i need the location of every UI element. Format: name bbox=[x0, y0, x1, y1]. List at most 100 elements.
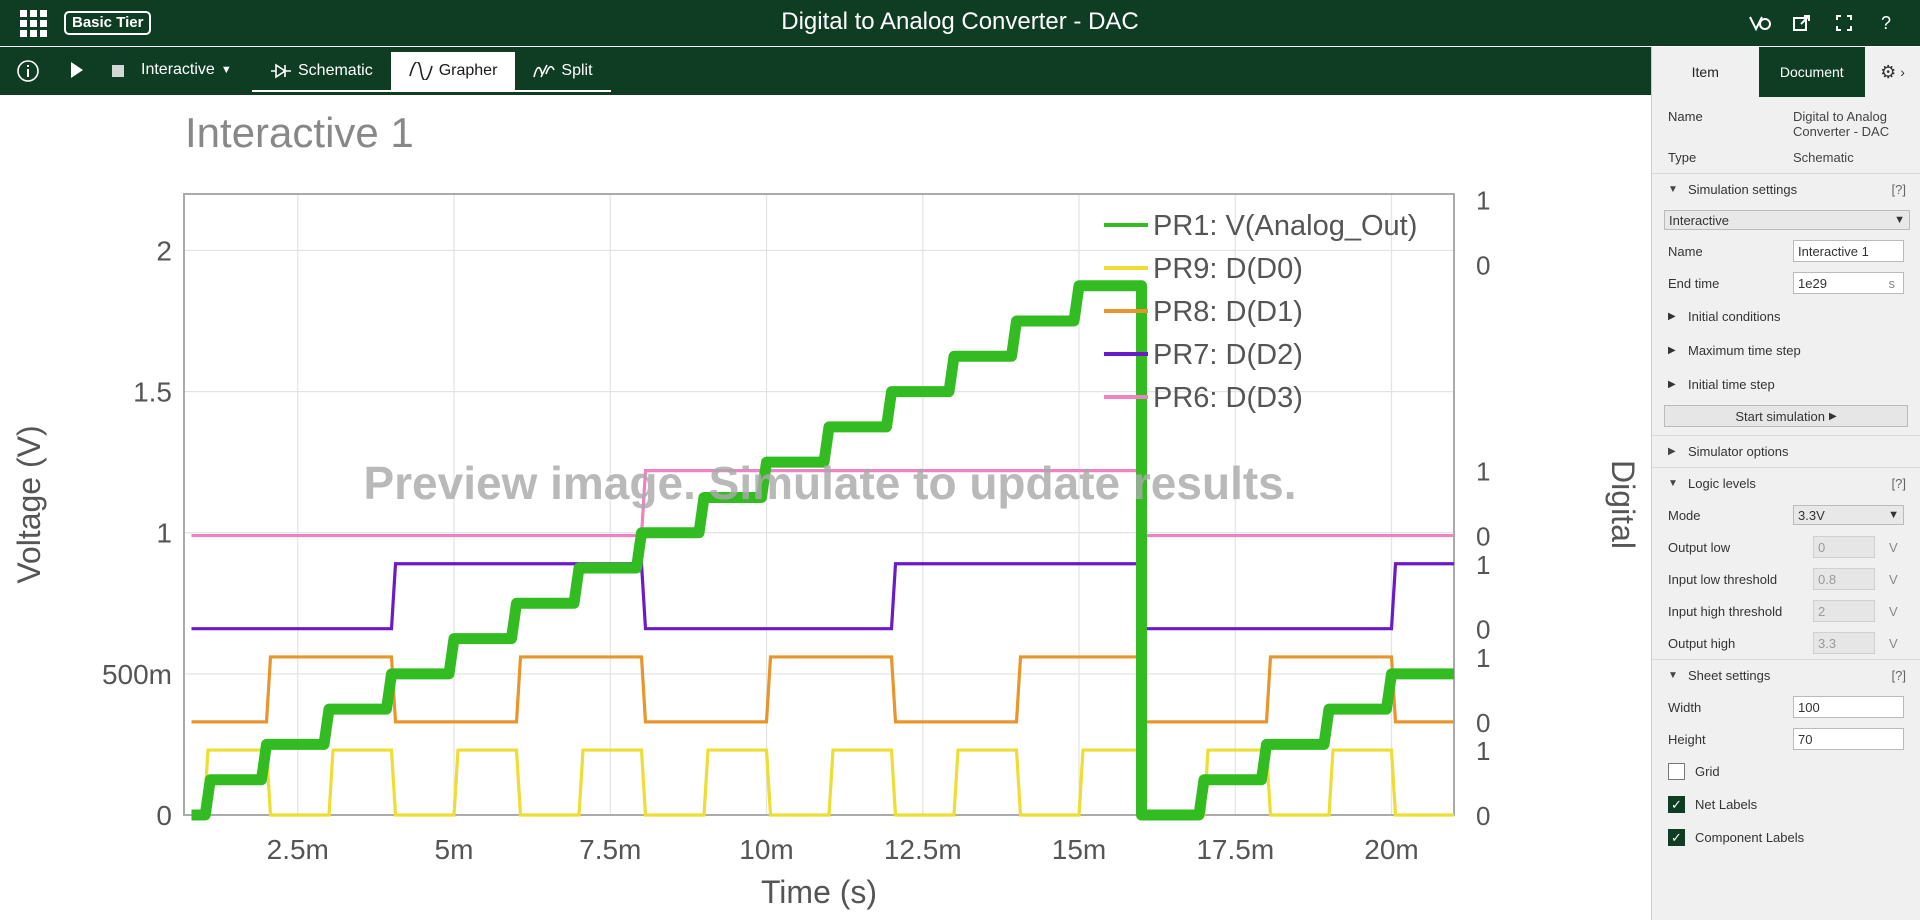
sim-name-value: Interactive 1 bbox=[1798, 243, 1869, 259]
component-labels-label: Component Labels bbox=[1695, 830, 1805, 845]
tab-item[interactable]: Item bbox=[1652, 47, 1759, 97]
end-time-input[interactable]: 1e29 s bbox=[1793, 272, 1904, 294]
x-tick-label: 20m bbox=[1364, 834, 1418, 865]
simulation-settings-header[interactable]: ▼ Simulation settings [?] bbox=[1652, 173, 1920, 205]
y2-axis-label: Digital bbox=[1605, 460, 1641, 549]
output-high-unit: V bbox=[1889, 635, 1898, 651]
x-tick-label: 7.5m bbox=[579, 834, 641, 865]
simulation-settings-help[interactable]: [?] bbox=[1892, 182, 1906, 197]
output-high-value: 3.3 bbox=[1818, 635, 1837, 651]
caret-right-icon: ▶ bbox=[1668, 344, 1676, 356]
output-low-value: 0 bbox=[1818, 539, 1826, 555]
sim-name-label: Name bbox=[1668, 243, 1703, 259]
y-tick-label: 0 bbox=[156, 800, 172, 831]
view-tabs: Schematic Grapher Split bbox=[252, 52, 611, 92]
caret-right-icon: ▶ bbox=[1668, 378, 1676, 390]
component-labels-checkbox[interactable]: ✓ bbox=[1668, 829, 1685, 846]
right-tick-label: 1 bbox=[1476, 643, 1490, 673]
sheet-width-label: Width bbox=[1668, 699, 1702, 715]
tab-grapher[interactable]: Grapher bbox=[390, 52, 516, 90]
grapher-area[interactable]: 2.5m 5m 7.5m 10m 12.5m 15m 17.5m 20m 0 500m 1 1.5 2 0… bbox=[0, 95, 1651, 920]
right-tick-label: 0 bbox=[1476, 251, 1490, 281]
y-tick-label: 500m bbox=[102, 659, 172, 690]
logic-levels-help[interactable]: [?] bbox=[1892, 476, 1906, 491]
tab-split[interactable]: Split bbox=[515, 52, 610, 90]
input-high-threshold-input: 2 bbox=[1813, 600, 1875, 622]
sheet-width-input[interactable]: 100 bbox=[1793, 696, 1904, 718]
simulator-options-toggle[interactable]: ▶ Simulator options bbox=[1652, 435, 1920, 467]
legend-entry: PR1: V(Analog_Out) bbox=[1153, 210, 1417, 242]
output-high-input: 3.3 bbox=[1813, 632, 1875, 654]
settings-gear-icon[interactable]: ⚙ › bbox=[1865, 47, 1920, 97]
caret-down-icon: ▼ bbox=[1668, 478, 1678, 489]
play-icon[interactable] bbox=[70, 60, 84, 85]
legend-entry: PR9: D(D0) bbox=[1153, 253, 1303, 285]
sheet-settings-help[interactable]: [?] bbox=[1892, 668, 1906, 683]
simulator-options-label: Simulator options bbox=[1688, 444, 1789, 459]
stop-icon[interactable] bbox=[112, 65, 124, 77]
x-tick-label: 2.5m bbox=[267, 834, 329, 865]
info-icon[interactable] bbox=[16, 59, 40, 83]
net-labels-checkbox[interactable]: ✓ bbox=[1668, 796, 1685, 813]
initial-conditions-toggle[interactable]: ▶ Initial conditions bbox=[1652, 299, 1920, 333]
right-tick-label: 1 bbox=[1476, 457, 1490, 487]
x-tick-label: 10m bbox=[739, 834, 793, 865]
chevron-down-icon: ▼ bbox=[220, 64, 232, 76]
preview-watermark: Preview image. Simulate to update result… bbox=[363, 457, 1296, 509]
chevron-right-icon: › bbox=[1900, 64, 1905, 80]
tier-badge[interactable]: Basic Tier bbox=[64, 11, 152, 35]
logic-mode-value: 3.3V bbox=[1798, 507, 1825, 523]
end-time-value: 1e29 bbox=[1798, 275, 1827, 291]
waveform-icon bbox=[408, 62, 433, 80]
sheet-settings-header[interactable]: ▼ Sheet settings [?] bbox=[1652, 659, 1920, 691]
y-axis-label: Voltage (V) bbox=[11, 425, 47, 583]
sim-name-input[interactable]: Interactive 1 bbox=[1793, 240, 1904, 262]
help-icon[interactable]: ? bbox=[1872, 10, 1900, 36]
chevron-down-icon: ▼ bbox=[1894, 214, 1905, 226]
caret-right-icon: ▶ bbox=[1668, 446, 1676, 457]
legend-entry: PR7: D(D2) bbox=[1153, 339, 1303, 371]
grid-label: Grid bbox=[1695, 764, 1720, 779]
chart-title: Interactive 1 bbox=[185, 109, 414, 156]
logic-mode-select[interactable]: 3.3V ▼ bbox=[1793, 505, 1904, 525]
tab-document[interactable]: Document bbox=[1758, 47, 1865, 97]
tab-schematic[interactable]: Schematic bbox=[252, 52, 391, 90]
open-external-icon[interactable] bbox=[1788, 10, 1816, 36]
input-high-threshold-unit: V bbox=[1889, 603, 1898, 619]
x-tick-label: 12.5m bbox=[884, 834, 962, 865]
start-simulation-button[interactable]: Start simulation ▶ bbox=[1664, 405, 1908, 427]
output-low-label: Output low bbox=[1668, 539, 1731, 555]
doc-type-label: Type bbox=[1668, 149, 1697, 165]
simulation-icon[interactable] bbox=[1746, 10, 1774, 36]
right-tick-label: 0 bbox=[1476, 522, 1490, 552]
chart-svg[interactable]: 2.5m 5m 7.5m 10m 12.5m 15m 17.5m 20m 0 500m 1 1.5 2 0… bbox=[0, 95, 1651, 920]
input-low-threshold-value: 0.8 bbox=[1818, 571, 1837, 587]
right-tick-label: 1 bbox=[1476, 736, 1490, 766]
right-tick-label: 0 bbox=[1476, 708, 1490, 738]
simulation-mode-select[interactable]: Interactive ▼ bbox=[1664, 210, 1910, 230]
max-time-step-toggle[interactable]: ▶ Maximum time step bbox=[1652, 333, 1920, 367]
x-tick-label: 17.5m bbox=[1196, 834, 1274, 865]
right-tick-label: 1 bbox=[1476, 186, 1490, 216]
logic-levels-header[interactable]: ▼ Logic levels [?] bbox=[1652, 467, 1920, 499]
tab-grapher-label: Grapher bbox=[438, 62, 498, 79]
sheet-height-input[interactable]: 70 bbox=[1793, 728, 1904, 750]
input-low-threshold-input: 0.8 bbox=[1813, 568, 1875, 590]
caret-down-icon: ▼ bbox=[1668, 184, 1678, 195]
initial-time-step-toggle[interactable]: ▶ Initial time step bbox=[1652, 367, 1920, 401]
mode-dropdown[interactable]: Interactive ▼ bbox=[141, 61, 232, 79]
apps-grid-icon[interactable] bbox=[20, 10, 48, 38]
tab-split-label: Split bbox=[561, 62, 593, 79]
legend-entry: PR8: D(D1) bbox=[1153, 296, 1303, 328]
grid-checkbox[interactable] bbox=[1668, 763, 1685, 780]
x-tick-label: 15m bbox=[1052, 834, 1106, 865]
sheet-height-value: 70 bbox=[1798, 731, 1813, 747]
doc-name-value: Digital to Analog Converter - DAC bbox=[1793, 109, 1890, 139]
output-low-input: 0 bbox=[1813, 536, 1875, 558]
right-tick-label: 1 bbox=[1476, 550, 1490, 580]
play-icon: ▶ bbox=[1828, 410, 1837, 422]
properties-panel: Item Document ⚙ › Name Digital to Analog … bbox=[1651, 47, 1920, 920]
fullscreen-icon[interactable] bbox=[1830, 10, 1858, 36]
digital-trace-pr7 bbox=[191, 562, 1454, 631]
end-time-unit: s bbox=[1888, 275, 1896, 291]
